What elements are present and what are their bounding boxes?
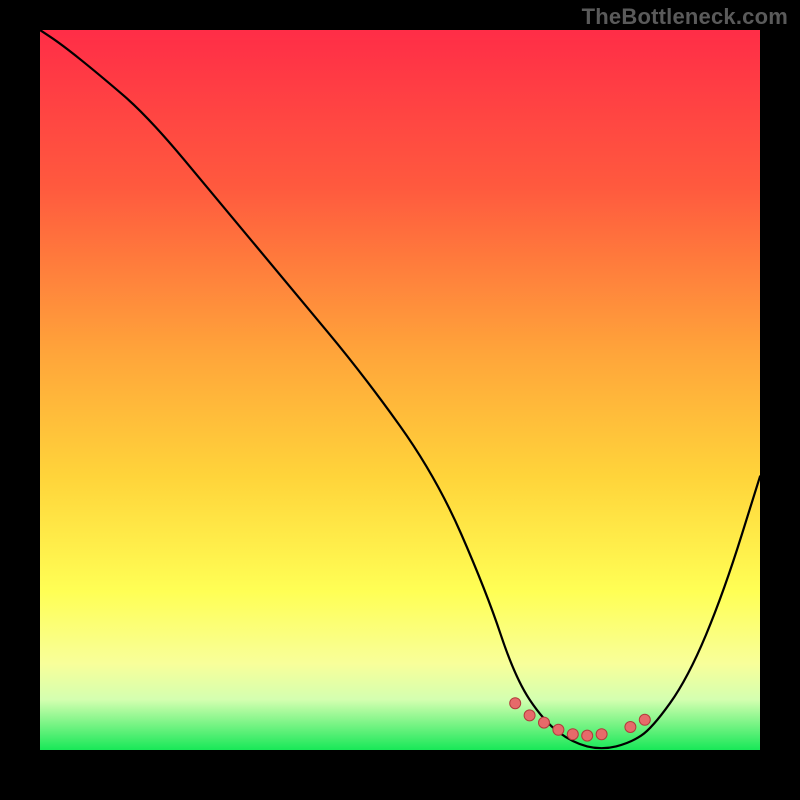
optimal-point	[582, 730, 593, 741]
optimal-point	[639, 714, 650, 725]
optimal-point	[553, 724, 564, 735]
chart-container: TheBottleneck.com	[0, 0, 800, 800]
optimal-point	[524, 710, 535, 721]
optimal-point	[625, 722, 636, 733]
optimal-point	[567, 729, 578, 740]
optimal-point	[539, 717, 550, 728]
watermark: TheBottleneck.com	[582, 4, 788, 30]
optimal-point	[596, 729, 607, 740]
gradient-background	[40, 30, 760, 750]
watermark-text: TheBottleneck.com	[582, 4, 788, 29]
chart-svg	[40, 30, 760, 750]
optimal-point	[510, 698, 521, 709]
plot-area	[40, 30, 760, 750]
